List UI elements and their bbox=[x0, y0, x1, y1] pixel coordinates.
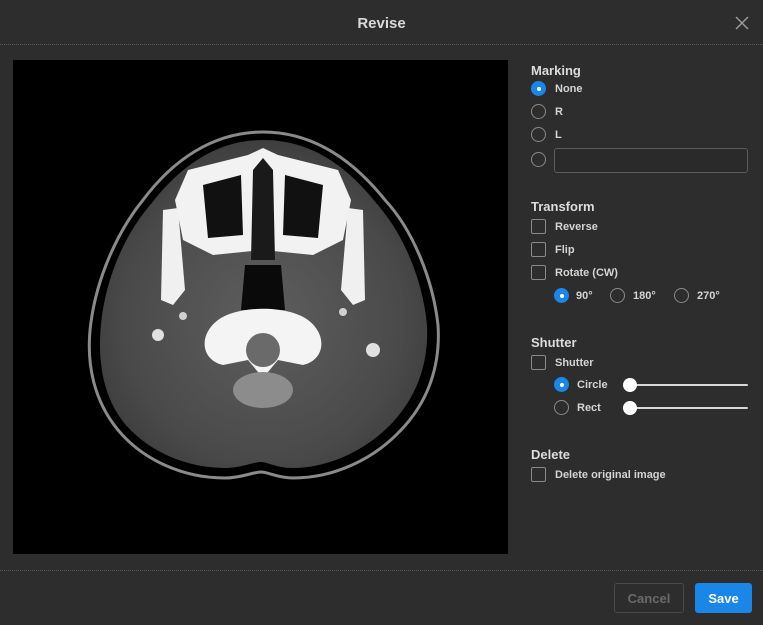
shutter-checkbox[interactable]: Shutter bbox=[531, 355, 594, 370]
radio-icon[interactable] bbox=[674, 288, 689, 303]
radio-icon[interactable] bbox=[531, 127, 546, 142]
rect-slider[interactable] bbox=[623, 401, 748, 415]
revise-dialog: Revise Marking None R L Transform Revers… bbox=[0, 0, 763, 625]
circle-label: Circle bbox=[577, 378, 608, 391]
delete-original-checkbox[interactable]: Delete original image bbox=[531, 467, 666, 482]
radio-selected-icon[interactable] bbox=[554, 377, 569, 392]
marking-custom-input[interactable] bbox=[554, 148, 748, 173]
slider-thumb[interactable] bbox=[623, 378, 637, 392]
radio-selected-icon[interactable] bbox=[531, 81, 546, 96]
transform-section-title: Transform bbox=[531, 199, 595, 214]
marking-option-r[interactable]: R bbox=[531, 104, 563, 119]
rotate-label: Rotate (CW) bbox=[555, 266, 618, 279]
dialog-header: Revise bbox=[0, 0, 763, 44]
slider-track bbox=[630, 384, 748, 386]
marking-option-label: R bbox=[555, 105, 563, 118]
rotate-checkbox[interactable]: Rotate (CW) bbox=[531, 265, 618, 280]
marking-section-title: Marking bbox=[531, 63, 581, 78]
checkbox-icon[interactable] bbox=[531, 355, 546, 370]
rect-label: Rect bbox=[577, 401, 601, 414]
checkbox-icon[interactable] bbox=[531, 265, 546, 280]
delete-original-label: Delete original image bbox=[555, 468, 666, 481]
cancel-button[interactable]: Cancel bbox=[614, 583, 684, 613]
radio-icon[interactable] bbox=[531, 152, 546, 167]
close-icon[interactable] bbox=[735, 16, 749, 30]
radio-selected-icon[interactable] bbox=[554, 288, 569, 303]
dialog-title: Revise bbox=[357, 15, 406, 32]
checkbox-icon[interactable] bbox=[531, 242, 546, 257]
ct-scan-image bbox=[13, 60, 508, 554]
shutter-rect-option[interactable]: Rect bbox=[554, 400, 601, 415]
rotate-90-label: 90° bbox=[576, 289, 593, 302]
footer-divider bbox=[0, 570, 763, 571]
flip-checkbox[interactable]: Flip bbox=[531, 242, 575, 257]
radio-icon[interactable] bbox=[610, 288, 625, 303]
shutter-label: Shutter bbox=[555, 356, 594, 369]
circle-slider[interactable] bbox=[623, 378, 748, 392]
marking-option-none[interactable]: None bbox=[531, 81, 583, 96]
rotate-270-option[interactable]: 270° bbox=[674, 288, 720, 303]
flip-label: Flip bbox=[555, 243, 575, 256]
reverse-checkbox[interactable]: Reverse bbox=[531, 219, 598, 234]
marking-option-label: L bbox=[555, 128, 562, 141]
checkbox-icon[interactable] bbox=[531, 467, 546, 482]
rotate-180-label: 180° bbox=[633, 289, 656, 302]
marking-option-label: None bbox=[555, 82, 583, 95]
radio-icon[interactable] bbox=[531, 104, 546, 119]
save-button[interactable]: Save bbox=[695, 583, 752, 613]
slider-thumb[interactable] bbox=[623, 401, 637, 415]
slider-track bbox=[630, 407, 748, 409]
rotate-180-option[interactable]: 180° bbox=[610, 288, 656, 303]
reverse-label: Reverse bbox=[555, 220, 598, 233]
delete-section-title: Delete bbox=[531, 447, 571, 462]
rotate-270-label: 270° bbox=[697, 289, 720, 302]
rotate-90-option[interactable]: 90° bbox=[554, 288, 593, 303]
radio-icon[interactable] bbox=[554, 400, 569, 415]
shutter-section-title: Shutter bbox=[531, 335, 577, 350]
marking-option-custom[interactable] bbox=[531, 152, 546, 167]
checkbox-icon[interactable] bbox=[531, 219, 546, 234]
header-divider bbox=[0, 44, 763, 45]
marking-option-l[interactable]: L bbox=[531, 127, 562, 142]
shutter-circle-option[interactable]: Circle bbox=[554, 377, 608, 392]
image-viewer[interactable] bbox=[13, 60, 508, 554]
